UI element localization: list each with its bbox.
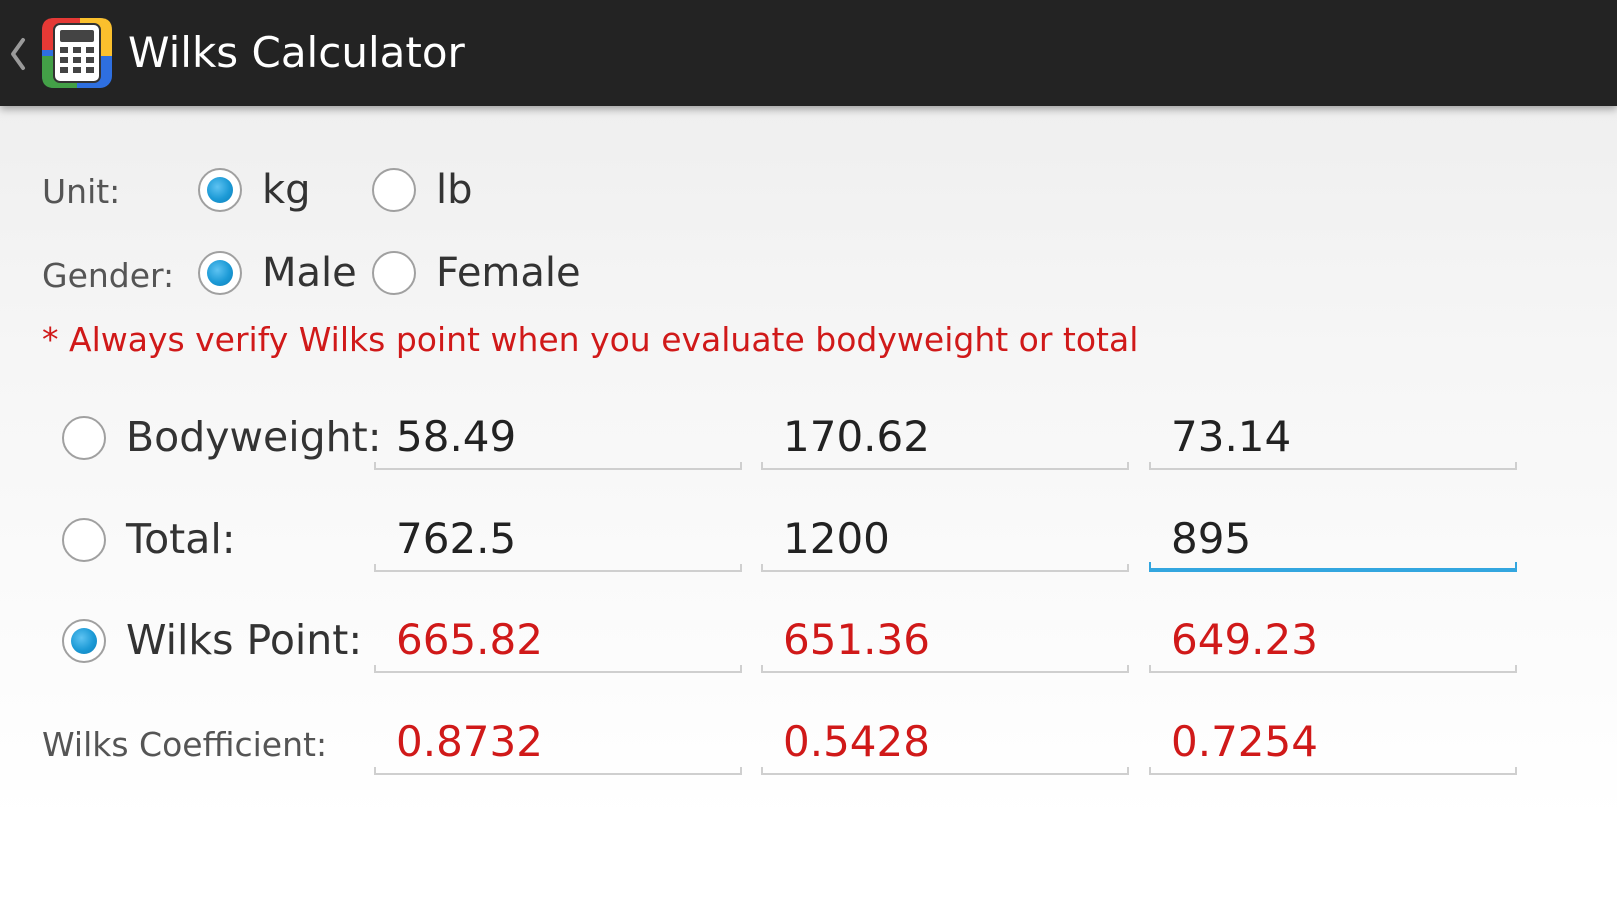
wilks-coefficient-field-2: 0.5428 — [761, 713, 1129, 775]
wilks-coefficient-label: Wilks Coefficient: — [42, 725, 328, 764]
calculator-app-icon[interactable] — [40, 16, 114, 90]
solve-wilks-point-radio[interactable] — [62, 619, 106, 663]
wilks-point-field-2[interactable]: 651.36 — [761, 611, 1129, 673]
wilks-coefficient-field-3: 0.7254 — [1149, 713, 1517, 775]
unit-label: Unit: — [42, 172, 121, 211]
gender-female-radio[interactable] — [372, 251, 416, 295]
total-field-3[interactable]: 895 — [1149, 510, 1517, 572]
action-bar: Wilks Calculator — [0, 0, 1617, 106]
verify-warning-text: * Always verify Wilks point when you eva… — [42, 320, 1139, 359]
solve-total-radio[interactable] — [62, 518, 106, 562]
unit-kg-radio[interactable] — [198, 168, 242, 212]
unit-lb-label[interactable]: lb — [436, 166, 473, 214]
back-chevron-icon[interactable] — [8, 34, 28, 74]
total-field-2[interactable]: 1200 — [761, 510, 1129, 572]
solve-bodyweight-radio[interactable] — [62, 416, 106, 460]
gender-female-label[interactable]: Female — [436, 249, 581, 297]
bodyweight-label: Bodyweight: — [126, 413, 382, 461]
unit-lb-radio[interactable] — [372, 168, 416, 212]
wilks-point-label: Wilks Point: — [126, 616, 363, 664]
bodyweight-field-1[interactable]: 58.49 — [374, 408, 742, 470]
wilks-point-field-1[interactable]: 665.82 — [374, 611, 742, 673]
app-title: Wilks Calculator — [128, 28, 465, 77]
bodyweight-field-3[interactable]: 73.14 — [1149, 408, 1517, 470]
unit-kg-label[interactable]: kg — [262, 166, 311, 214]
bodyweight-field-2[interactable]: 170.62 — [761, 408, 1129, 470]
total-field-1[interactable]: 762.5 — [374, 510, 742, 572]
wilks-point-field-3[interactable]: 649.23 — [1149, 611, 1517, 673]
gender-male-label[interactable]: Male — [262, 249, 357, 297]
wilks-coefficient-field-1: 0.8732 — [374, 713, 742, 775]
gender-male-radio[interactable] — [198, 251, 242, 295]
gender-label: Gender: — [42, 256, 175, 295]
total-label: Total: — [126, 515, 236, 563]
